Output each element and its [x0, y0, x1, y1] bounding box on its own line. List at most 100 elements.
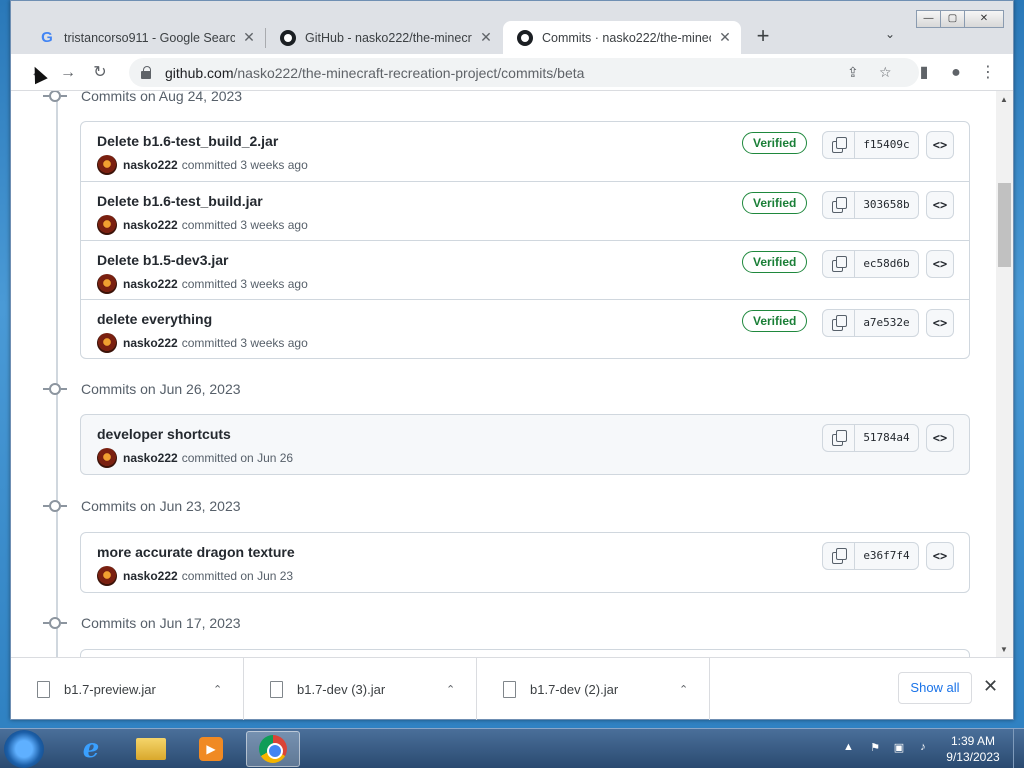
browse-repo-button[interactable]: <> — [926, 424, 954, 452]
page-scrollbar[interactable]: ▲ ▼ — [996, 91, 1013, 657]
commit-message-link[interactable]: Delete b1.6-test_build.jar — [97, 193, 263, 209]
browse-repo-button[interactable]: <> — [926, 131, 954, 159]
address-bar[interactable]: github.com/nasko222/the-minecraft-recrea… — [129, 58, 919, 87]
github-icon — [280, 29, 296, 46]
tab-title: tristancorso911 - Google Search — [64, 30, 235, 45]
volume-icon[interactable]: ♪ — [916, 741, 930, 755]
timeline-line — [56, 91, 58, 657]
side-panel-icon[interactable]: ▮ — [913, 62, 935, 84]
author-link[interactable]: nasko222 — [123, 569, 178, 583]
browse-repo-button[interactable]: <> — [926, 309, 954, 337]
avatar[interactable] — [97, 448, 117, 468]
media-player-taskbar-icon[interactable]: ▶ — [184, 731, 238, 767]
commit-list: developer shortcuts nasko222 committed on… — [80, 414, 970, 475]
tab-close-icon[interactable]: ✕ — [717, 29, 733, 46]
maximize-button[interactable]: ▢ — [940, 10, 965, 28]
show-desktop-button[interactable] — [1013, 729, 1024, 768]
window-close-button[interactable]: ✕ — [964, 10, 1004, 28]
commit-sha-link[interactable]: ec58d6b — [855, 251, 918, 277]
author-link[interactable]: nasko222 — [123, 277, 178, 291]
commit-message-link[interactable]: developer shortcuts — [97, 426, 231, 442]
show-hidden-icons-arrow[interactable]: ▲ — [843, 741, 854, 753]
scroll-down-arrow-icon[interactable]: ▼ — [1000, 645, 1008, 654]
browse-repo-button[interactable]: <> — [926, 250, 954, 278]
commit-sha-link[interactable]: 51784a4 — [855, 425, 918, 451]
copy-sha-button[interactable] — [823, 425, 855, 451]
reload-button[interactable]: ↻ — [89, 62, 111, 84]
copy-sha-button[interactable] — [823, 543, 855, 569]
network-icon[interactable]: ▣ — [892, 741, 906, 755]
commit-dot-icon — [43, 500, 67, 512]
commit-row: Delete b1.5-dev3.jar nasko222 committed 3… — [81, 240, 969, 299]
tab-close-icon[interactable]: ✕ — [478, 29, 494, 46]
verified-badge[interactable]: Verified — [742, 192, 808, 214]
author-link[interactable]: nasko222 — [123, 451, 178, 465]
chevron-up-icon[interactable]: ⌃ — [679, 683, 709, 696]
avatar[interactable] — [97, 155, 117, 175]
verified-badge[interactable]: Verified — [742, 310, 808, 332]
action-center-icon[interactable]: ⚑ — [868, 741, 882, 755]
commit-sha-link[interactable]: e36f7f4 — [855, 543, 918, 569]
file-explorer-taskbar-icon[interactable] — [124, 731, 178, 767]
lock-icon[interactable] — [141, 65, 151, 79]
commit-row: Delete b1.6-test_build_2.jar nasko222 com… — [81, 122, 969, 181]
browser-window: G tristancorso911 - Google Search ✕ GitH… — [10, 0, 1014, 720]
sha-group: 303658b — [822, 191, 919, 219]
show-all-downloads-button[interactable]: Show all — [898, 672, 972, 704]
bookmark-star-icon[interactable]: ☆ — [879, 64, 892, 81]
avatar[interactable] — [97, 274, 117, 294]
system-clock[interactable]: 1:39 AM 9/13/2023 — [940, 733, 1006, 765]
clock-time: 1:39 AM — [950, 734, 996, 748]
file-icon — [270, 680, 283, 698]
author-link[interactable]: nasko222 — [123, 336, 178, 350]
scrollbar-thumb[interactable] — [998, 183, 1011, 267]
minimize-button[interactable]: — — [916, 10, 941, 28]
tab-search-chevron-icon[interactable]: ⌄ — [885, 27, 895, 41]
tab-google-search[interactable]: G tristancorso911 - Google Search ✕ — [25, 21, 265, 54]
chevron-up-icon[interactable]: ⌃ — [213, 683, 243, 696]
commit-row: Delete b1.6-test_build.jar nasko222 commi… — [81, 181, 969, 240]
commit-message-link[interactable]: Delete b1.5-dev3.jar — [97, 252, 229, 268]
avatar[interactable] — [97, 215, 117, 235]
commit-group-heading: Commits on Aug 24, 2023 — [43, 91, 242, 104]
avatar[interactable] — [97, 333, 117, 353]
commit-sha-link[interactable]: 303658b — [855, 192, 918, 218]
commit-sha-link[interactable]: f15409c — [855, 132, 918, 158]
tab-github-repo[interactable]: GitHub - nasko222/the-minecraft-recreati… — [266, 21, 502, 54]
chevron-up-icon[interactable]: ⌃ — [446, 683, 476, 696]
internet-explorer-taskbar-icon[interactable]: e — [64, 731, 118, 767]
verified-badge[interactable]: Verified — [742, 251, 808, 273]
profile-icon[interactable]: ● — [945, 62, 967, 84]
close-download-bar-icon[interactable]: ✕ — [983, 676, 998, 697]
browse-repo-button[interactable]: <> — [926, 542, 954, 570]
forward-button[interactable]: → — [57, 62, 79, 84]
download-item[interactable]: b1.7-preview.jar ⌃ — [11, 658, 244, 720]
download-item[interactable]: b1.7-dev (2).jar ⌃ — [477, 658, 710, 720]
tab-commits[interactable]: Commits · nasko222/the-minecraft-recreat… — [503, 21, 741, 54]
commit-message-link[interactable]: more accurate dragon texture — [97, 544, 295, 560]
share-icon[interactable]: ⇪ — [847, 64, 859, 81]
chrome-icon — [259, 735, 287, 763]
new-tab-button[interactable]: + — [751, 25, 775, 49]
copy-sha-button[interactable] — [823, 132, 855, 158]
browse-repo-button[interactable]: <> — [926, 191, 954, 219]
start-button[interactable] — [4, 730, 44, 768]
copy-sha-button[interactable] — [823, 251, 855, 277]
author-link[interactable]: nasko222 — [123, 158, 178, 172]
scroll-up-arrow-icon[interactable]: ▲ — [1000, 95, 1008, 104]
commit-row: developer shortcuts nasko222 committed on… — [81, 415, 969, 474]
commit-message-link[interactable]: delete everything — [97, 311, 212, 327]
verified-badge[interactable]: Verified — [742, 132, 808, 154]
tab-close-icon[interactable]: ✕ — [241, 29, 257, 46]
commit-row: more accurate dragon texture nasko222 com… — [81, 533, 969, 592]
copy-sha-button[interactable] — [823, 192, 855, 218]
file-icon — [37, 680, 50, 698]
commit-sha-link[interactable]: a7e532e — [855, 310, 918, 336]
download-item[interactable]: b1.7-dev (3).jar ⌃ — [244, 658, 477, 720]
commit-message-link[interactable]: Delete b1.6-test_build_2.jar — [97, 133, 278, 149]
author-link[interactable]: nasko222 — [123, 218, 178, 232]
copy-sha-button[interactable] — [823, 310, 855, 336]
menu-kebab-icon[interactable]: ⋮ — [977, 62, 999, 84]
chrome-taskbar-icon[interactable] — [246, 731, 300, 767]
avatar[interactable] — [97, 566, 117, 586]
